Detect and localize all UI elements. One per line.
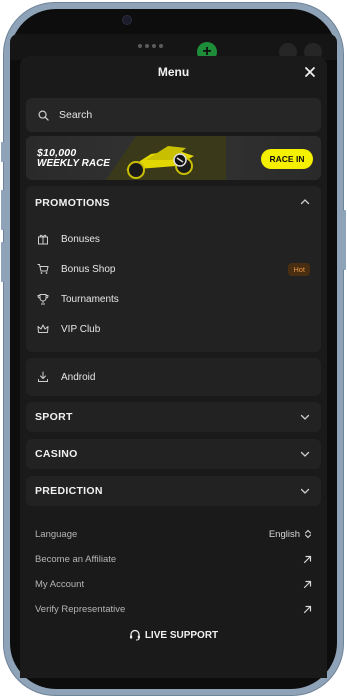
section-title: SPORT bbox=[35, 411, 73, 423]
race-in-button[interactable]: RACE IN bbox=[261, 149, 313, 169]
side-menu: Menu Search $10,000 WEEKLY RACE RACE IN … bbox=[20, 56, 327, 678]
sort-arrows-icon bbox=[304, 529, 312, 539]
promo-item-tournaments[interactable]: Tournaments bbox=[37, 290, 119, 308]
verify-label: Verify Representative bbox=[35, 603, 126, 615]
promo-item-bonus-shop[interactable]: Bonus Shop bbox=[37, 260, 116, 278]
affiliate-link[interactable]: Become an Affiliate bbox=[35, 551, 312, 567]
promo-item-label: Bonuses bbox=[61, 233, 100, 245]
arrow-up-right-icon bbox=[303, 555, 312, 563]
arrow-up-right-icon bbox=[303, 605, 312, 613]
verify-representative-link[interactable]: Verify Representative bbox=[35, 601, 312, 617]
promo-item-label: Bonus Shop bbox=[61, 263, 116, 275]
promotions-section: PROMOTIONS Bonuses Bonus Shop Hot Tourna… bbox=[26, 186, 321, 352]
chevron-up-icon[interactable] bbox=[300, 197, 310, 207]
live-support-label: LIVE SUPPORT bbox=[144, 629, 219, 641]
language-label: Language bbox=[35, 528, 78, 540]
android-row: Android bbox=[37, 368, 95, 386]
language-row[interactable]: Language English bbox=[35, 526, 312, 542]
gift-icon bbox=[38, 234, 48, 245]
camera-icon bbox=[122, 15, 132, 25]
account-label: My Account bbox=[35, 578, 85, 590]
promo-item-bonuses[interactable]: Bonuses bbox=[37, 230, 100, 248]
language-value: English bbox=[268, 528, 300, 540]
hot-badge: Hot bbox=[288, 263, 310, 276]
crown-icon bbox=[37, 324, 49, 333]
chevron-down-icon bbox=[300, 488, 310, 494]
phone-side-button bbox=[1, 242, 4, 282]
arrow-up-right-icon bbox=[303, 580, 312, 588]
close-icon[interactable] bbox=[303, 65, 317, 79]
section-title: CASINO bbox=[35, 448, 78, 460]
search-input[interactable]: Search bbox=[26, 98, 321, 132]
section-title: PREDICTION bbox=[35, 485, 103, 497]
android-label: Android bbox=[61, 371, 96, 383]
chevron-down-icon bbox=[300, 451, 310, 457]
phone-side-button bbox=[1, 142, 4, 162]
signal-icon bbox=[138, 44, 163, 48]
sport-section[interactable]: SPORT bbox=[26, 402, 321, 432]
language-select[interactable]: English bbox=[269, 529, 312, 540]
banner-title: WEEKLY RACE bbox=[37, 158, 110, 169]
menu-title: Menu bbox=[157, 65, 190, 79]
phone-side-button bbox=[1, 190, 4, 230]
promo-item-vip-club[interactable]: VIP Club bbox=[37, 320, 100, 338]
live-support-button[interactable]: LIVE SUPPORT bbox=[20, 629, 327, 641]
prediction-section[interactable]: PREDICTION bbox=[26, 476, 321, 506]
motorcycle-icon bbox=[106, 136, 226, 180]
promo-item-label: Tournaments bbox=[61, 293, 119, 305]
cart-icon bbox=[37, 264, 49, 274]
affiliate-label: Become an Affiliate bbox=[35, 553, 117, 565]
weekly-race-banner[interactable]: $10,000 WEEKLY RACE RACE IN bbox=[26, 136, 321, 180]
promotions-header[interactable]: PROMOTIONS bbox=[35, 197, 110, 209]
search-label: Search bbox=[59, 109, 93, 121]
menu-header: Menu bbox=[20, 56, 327, 88]
chevron-down-icon bbox=[300, 414, 310, 420]
casino-section[interactable]: CASINO bbox=[26, 439, 321, 469]
promo-item-label: VIP Club bbox=[61, 323, 101, 335]
search-icon bbox=[38, 110, 49, 121]
android-item[interactable]: Android bbox=[26, 358, 321, 396]
trophy-icon bbox=[37, 294, 49, 305]
download-icon bbox=[38, 371, 48, 382]
headset-icon bbox=[129, 629, 140, 641]
my-account-link[interactable]: My Account bbox=[35, 576, 312, 592]
phone-side-button bbox=[343, 210, 346, 270]
